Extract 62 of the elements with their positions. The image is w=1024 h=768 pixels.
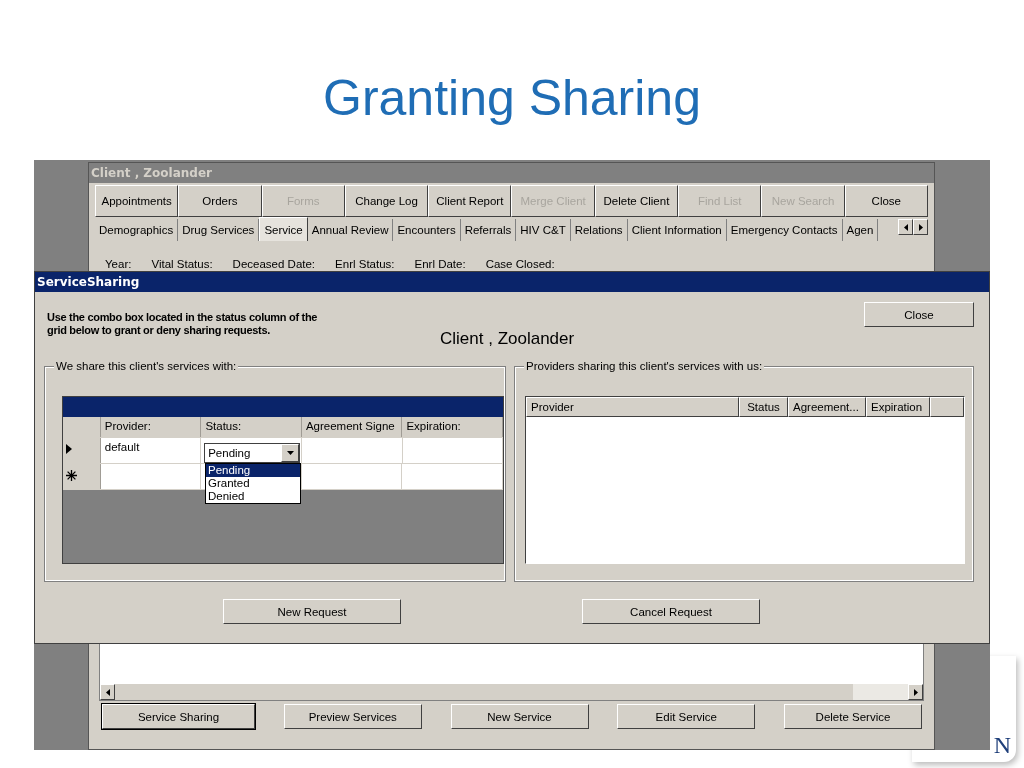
action-button[interactable]: Delete Service (784, 704, 922, 729)
close-button[interactable]: Close (864, 302, 974, 327)
field-label: Enrl Status: (335, 258, 395, 270)
tab[interactable]: Service (259, 217, 308, 241)
tab-scroll-right-button[interactable] (913, 219, 928, 235)
tab[interactable]: Emergency Contacts (726, 219, 843, 241)
action-button[interactable]: Edit Service (617, 704, 756, 729)
scrollbar-thumb[interactable] (853, 684, 908, 700)
right-triangle-icon (918, 223, 923, 231)
field-label: Year: (105, 258, 132, 270)
dropdown-option[interactable]: Pending (206, 464, 300, 477)
instructions-text: Use the combo box located in the status column of the grid below to grant or deny sharing requests. (47, 311, 319, 337)
column-header: Provider (526, 397, 739, 417)
column-header: Expiration: (402, 417, 503, 437)
column-header: Status (739, 397, 788, 417)
field-label: Case Closed: (485, 258, 555, 270)
column-header: Provider: (100, 417, 202, 437)
tab[interactable]: Client Information (627, 219, 727, 241)
field-label: Enrl Date: (414, 258, 466, 270)
toolbar-button[interactable]: Appointments (95, 185, 179, 217)
dropdown-option[interactable]: Denied (206, 490, 300, 503)
toolbar-button[interactable]: Orders (178, 185, 262, 217)
tab[interactable]: Demographics (95, 219, 179, 241)
dialog-title: ServiceSharing (35, 272, 989, 292)
slide-title: Granting Sharing (322, 69, 702, 128)
horizontal-scrollbar[interactable] (99, 684, 924, 701)
column-header: Agreement... (788, 397, 866, 417)
tab[interactable]: Relations (570, 219, 628, 241)
scroll-left-icon (105, 688, 110, 696)
column-header: Expiration (866, 397, 930, 417)
field-label: Deceased Date: (232, 258, 316, 270)
tab[interactable]: Agen (842, 219, 879, 241)
status-combo-box[interactable]: Pending (204, 443, 301, 463)
dropdown-option[interactable]: Granted (206, 477, 300, 490)
tab[interactable]: Annual Review (307, 219, 394, 241)
tab[interactable]: HIV C&T (516, 219, 571, 241)
toolbar-button[interactable]: Client Report (428, 185, 512, 217)
action-button[interactable]: Cancel Request (582, 599, 760, 624)
action-button[interactable]: New Request (223, 599, 401, 624)
group-legend: We share this client's services with: (54, 360, 239, 372)
tab[interactable]: Referrals (460, 219, 517, 241)
action-button[interactable]: Preview Services (283, 704, 422, 729)
row-pointer-icon (66, 444, 72, 454)
toolbar-button[interactable]: Change Log (344, 185, 429, 217)
tab[interactable]: Encounters (393, 219, 461, 241)
field-label: Vital Status: (151, 258, 213, 270)
toolbar-button[interactable]: Delete Client (594, 185, 679, 217)
window-title: Client , Zoolander (89, 163, 934, 183)
tab-scroll-left-button[interactable] (898, 219, 913, 235)
scroll-right-icon (913, 688, 918, 696)
left-triangle-icon (903, 223, 908, 231)
column-header: Status: (201, 417, 302, 437)
dropdown-arrow-icon (286, 451, 294, 455)
group-legend: Providers sharing this client's services with us: (524, 360, 765, 372)
toolbar-button[interactable]: Close (844, 185, 928, 217)
action-button[interactable]: Service Sharing (102, 704, 255, 729)
client-name: Client , Zoolander (440, 329, 575, 349)
logo-fragment: N (993, 732, 1011, 758)
column-header: Agreement Signe (301, 417, 403, 437)
new-row-icon (66, 470, 77, 481)
table-cell: default (100, 438, 202, 463)
action-button[interactable]: New Service (450, 704, 589, 729)
